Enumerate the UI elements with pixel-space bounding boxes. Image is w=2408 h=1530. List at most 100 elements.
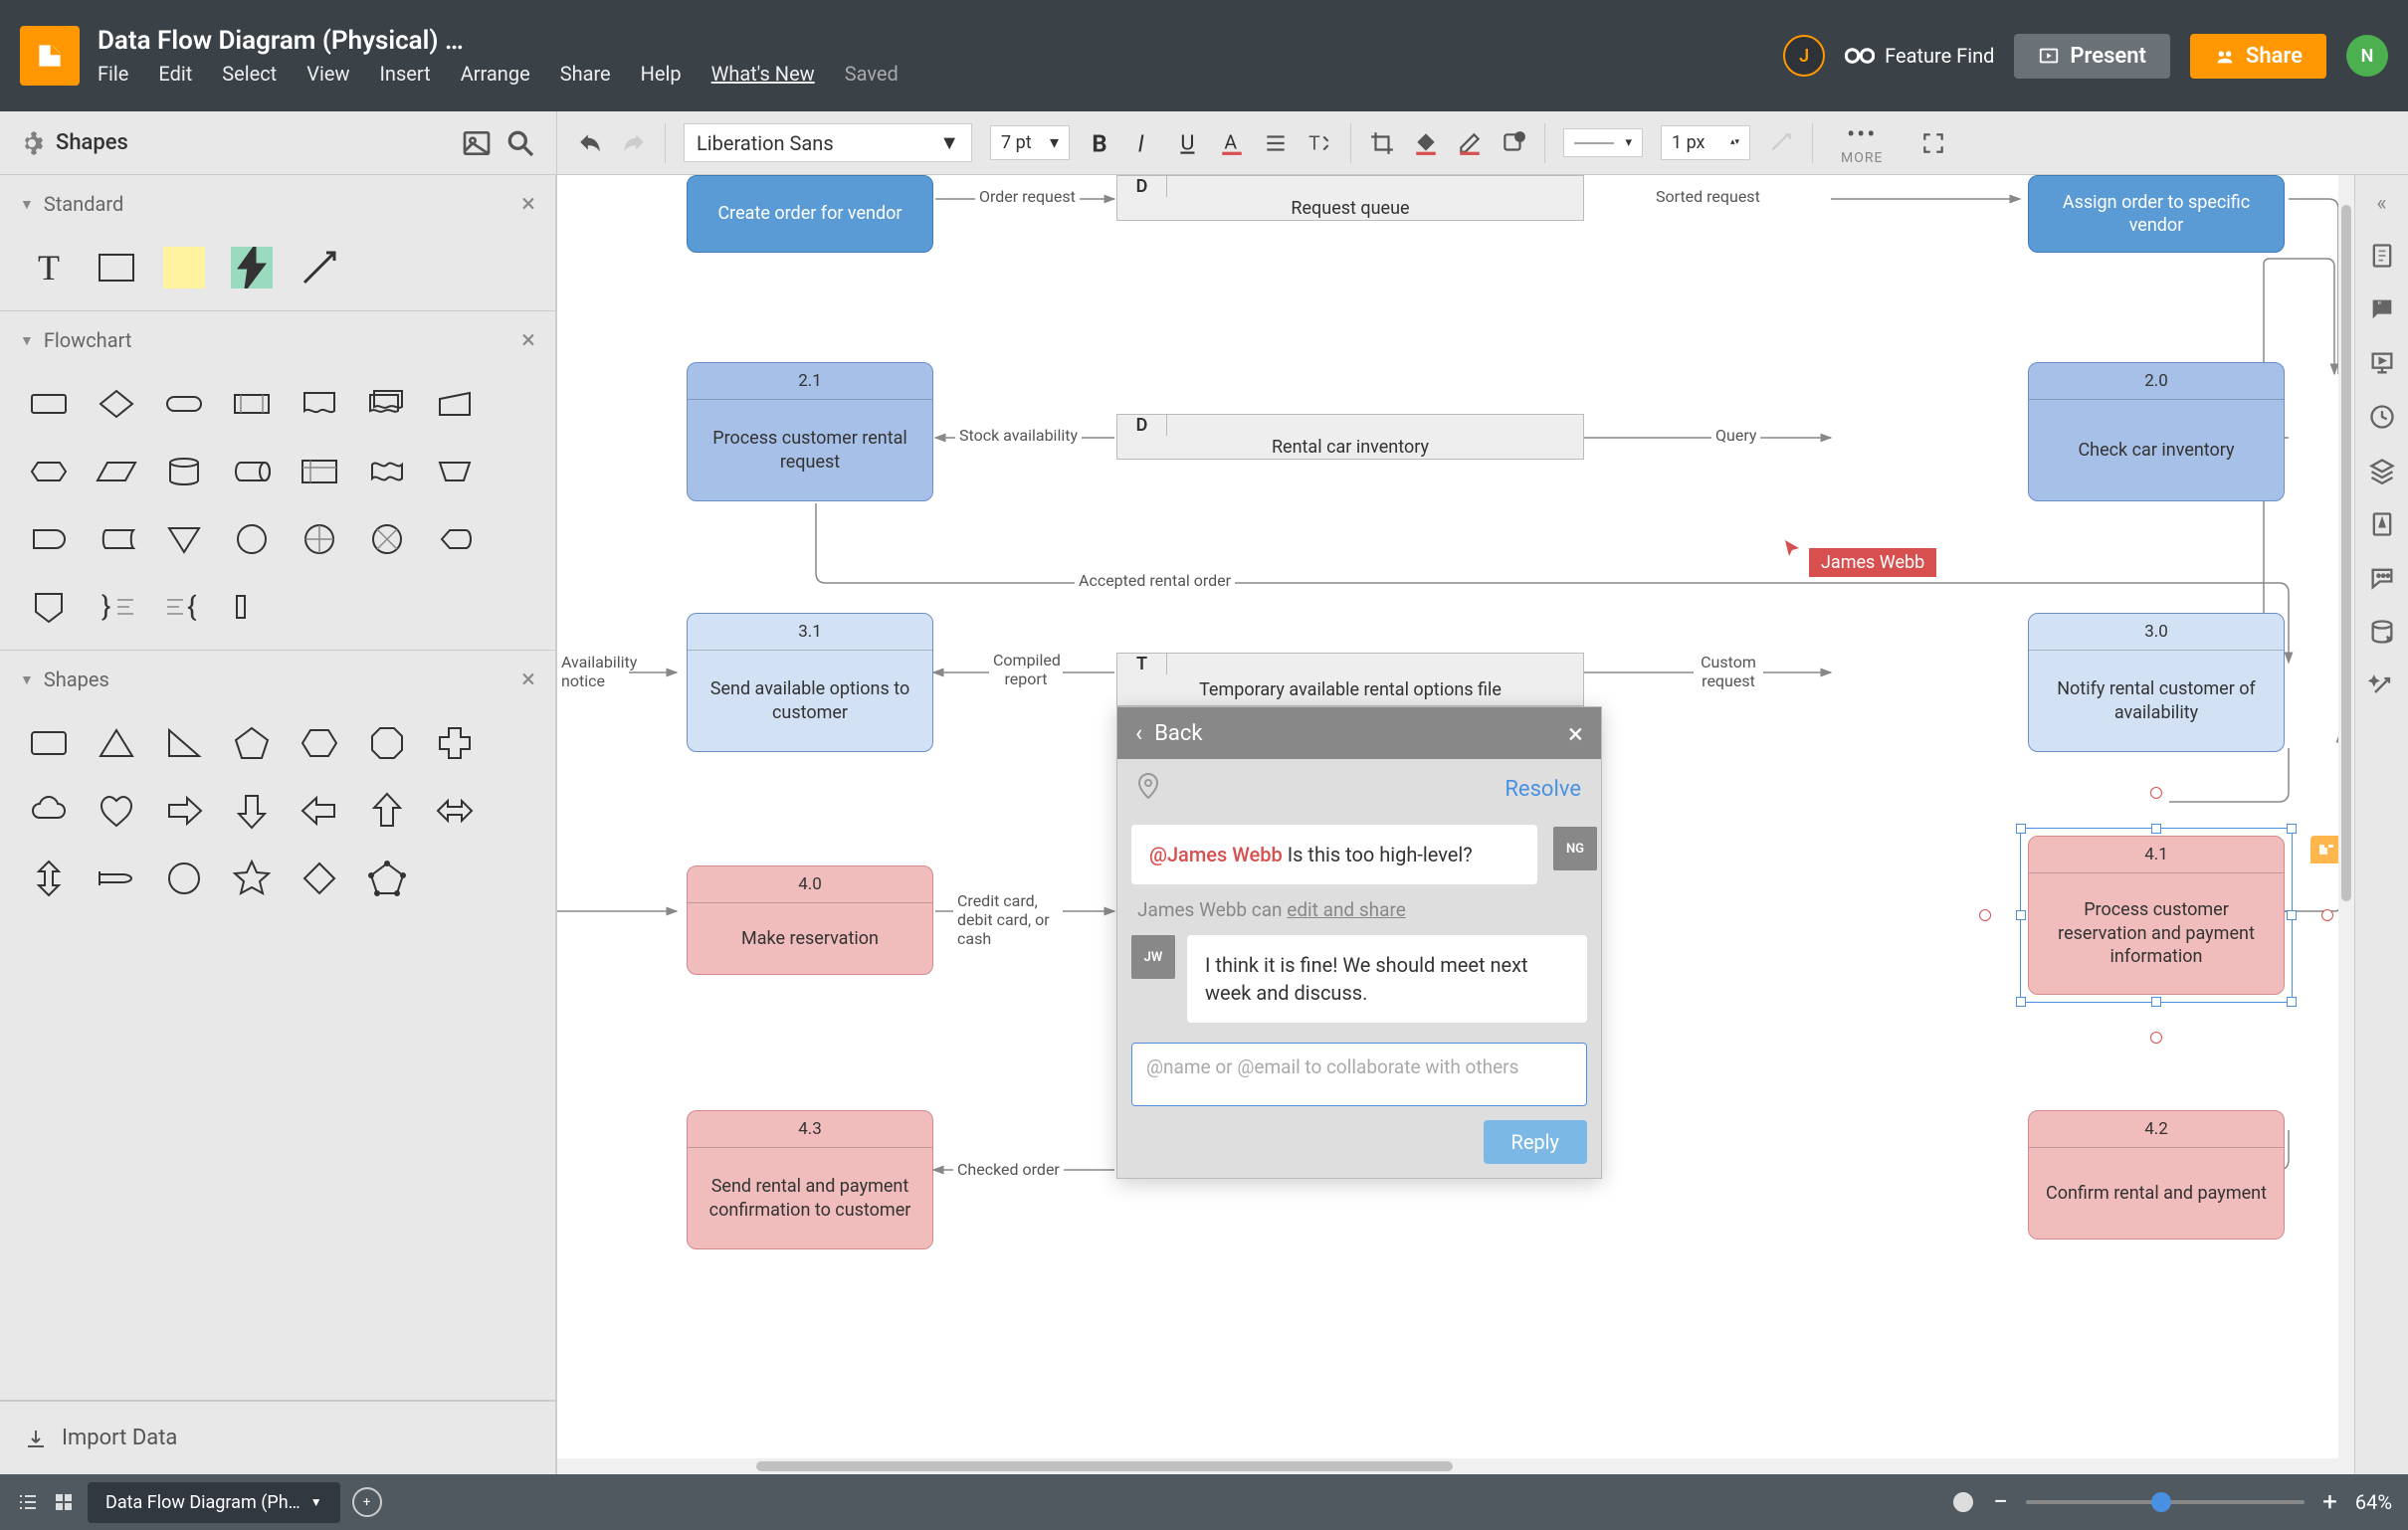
shape-star[interactable] (229, 856, 275, 901)
undo-icon[interactable] (577, 130, 603, 156)
zoom-level[interactable]: 64% (2355, 1490, 2392, 1514)
text-format-icon[interactable]: T (1306, 130, 1332, 156)
image-icon[interactable] (461, 127, 493, 159)
node-request-queue[interactable]: DRequest queue (1116, 175, 1584, 221)
shape-brace-left[interactable]: } (94, 584, 139, 630)
feature-find[interactable]: Feature Find (1845, 44, 1994, 68)
node-rental-inv[interactable]: DRental car inventory (1116, 414, 1584, 460)
shape-card[interactable] (229, 584, 275, 630)
shape-predef[interactable] (229, 381, 275, 427)
line-style-select[interactable]: ▾ (1563, 128, 1643, 157)
shape-merge[interactable] (161, 516, 207, 562)
shape-data[interactable] (94, 449, 139, 494)
shape-text[interactable]: T (26, 245, 72, 290)
shape-right-tri[interactable] (161, 720, 207, 766)
chat-icon[interactable]: " (2368, 295, 2396, 323)
shape-connector[interactable] (229, 516, 275, 562)
menu-arrange[interactable]: Arrange (461, 62, 530, 86)
share-button[interactable]: Share (2190, 34, 2326, 79)
shape-fill-icon[interactable] (1501, 130, 1526, 156)
back-icon[interactable]: ‹ (1135, 719, 1142, 747)
comment-input[interactable]: @name or @email to collaborate with othe… (1131, 1043, 1587, 1106)
shape-database[interactable] (161, 449, 207, 494)
close-icon[interactable]: × (521, 189, 535, 219)
shape-arrow-d[interactable] (229, 788, 275, 834)
shape-polygon-edit[interactable] (364, 856, 410, 901)
fullscreen-icon[interactable] (1920, 130, 1946, 156)
scrollbar-y[interactable] (2338, 175, 2354, 1458)
node-4-2[interactable]: 4.2Confirm rental and payment (2028, 1110, 2285, 1240)
font-size-select[interactable]: 7 pt▾ (990, 125, 1070, 160)
shape-process[interactable] (26, 381, 72, 427)
shape-sum[interactable] (364, 516, 410, 562)
more-button[interactable]: ••• MORE (1841, 120, 1883, 166)
node-4-3[interactable]: 4.3Send rental and payment confirmation … (687, 1110, 933, 1249)
back-button[interactable]: Back (1154, 721, 1202, 746)
shape-note[interactable] (161, 245, 207, 290)
close-icon[interactable]: × (521, 325, 535, 355)
data-icon[interactable] (2368, 618, 2396, 646)
shape-delay[interactable] (26, 516, 72, 562)
shape-manual-op[interactable] (432, 449, 478, 494)
shape-preparation[interactable] (26, 449, 72, 494)
scrollbar-x[interactable] (557, 1458, 2354, 1474)
shape-decision[interactable] (94, 381, 139, 427)
canvas[interactable]: Create order for vendor DRequest queue A… (557, 175, 2354, 1474)
present-button[interactable]: Present (2014, 34, 2170, 79)
shape-terminator[interactable] (161, 381, 207, 427)
section-shapes[interactable]: ▼Shapes× (0, 651, 555, 708)
node-2-1[interactable]: 2.1Process customer rental request (687, 362, 933, 501)
grid-view-icon[interactable] (52, 1490, 76, 1514)
node-4-0[interactable]: 4.0Make reservation (687, 865, 933, 975)
redo-icon[interactable] (621, 130, 647, 156)
underline-icon[interactable]: U (1175, 130, 1201, 156)
app-logo[interactable] (20, 26, 80, 86)
shape-arrow[interactable] (297, 245, 342, 290)
node-temp-file[interactable]: TTemporary available rental options file (1116, 653, 1584, 706)
shape-stored[interactable] (94, 516, 139, 562)
menu-insert[interactable]: Insert (379, 62, 430, 86)
menu-file[interactable]: File (98, 62, 128, 86)
zoom-out[interactable]: − (1993, 1487, 2008, 1517)
menu-select[interactable]: Select (222, 62, 277, 86)
page-tab[interactable]: Data Flow Diagram (Ph…▼ (88, 1482, 340, 1523)
pin-icon[interactable] (1137, 773, 1159, 805)
shape-pentagon[interactable] (229, 720, 275, 766)
align-icon[interactable] (1263, 130, 1289, 156)
shape-rect[interactable] (94, 245, 139, 290)
italic-icon[interactable]: I (1131, 130, 1157, 156)
shape-rect2[interactable] (26, 720, 72, 766)
shape-arrow-ud[interactable] (26, 856, 72, 901)
import-data[interactable]: Import Data (0, 1401, 555, 1474)
collaborator-avatar-j[interactable]: J (1783, 35, 1825, 77)
shape-triangle[interactable] (94, 720, 139, 766)
notes-icon[interactable] (2368, 242, 2396, 270)
zoom-in[interactable]: + (2322, 1487, 2337, 1517)
menu-edit[interactable]: Edit (158, 62, 192, 86)
section-flowchart[interactable]: ▼Flowchart× (0, 311, 555, 369)
text-color-icon[interactable]: A (1219, 130, 1245, 156)
collapse-icon[interactable]: « (2376, 191, 2386, 216)
shape-bolt[interactable] (229, 245, 275, 290)
node-4-1[interactable]: 4.1Process customer reservation and paym… (2028, 836, 2285, 995)
shape-document[interactable] (297, 381, 342, 427)
shape-display[interactable] (432, 516, 478, 562)
crop-icon[interactable] (1369, 130, 1395, 156)
shape-cross[interactable] (432, 720, 478, 766)
reply-button[interactable]: Reply (1484, 1120, 1588, 1164)
shape-callout-r[interactable] (94, 856, 139, 901)
node-3-1[interactable]: 3.1Send available options to customer (687, 613, 933, 752)
shape-hexagon[interactable] (297, 720, 342, 766)
shape-circle[interactable] (161, 856, 207, 901)
shape-brace-right[interactable]: { (161, 584, 207, 630)
font-select[interactable]: Liberation Sans▼ (684, 123, 972, 162)
theme-icon[interactable] (2368, 510, 2396, 538)
gear-icon[interactable] (20, 131, 44, 155)
add-page-button[interactable]: + (352, 1487, 382, 1517)
shape-arrow-lr[interactable] (432, 788, 478, 834)
shape-direct[interactable] (229, 449, 275, 494)
menu-share[interactable]: Share (560, 62, 611, 86)
list-view-icon[interactable] (16, 1490, 40, 1514)
magic-icon[interactable] (2368, 671, 2396, 699)
shape-internal[interactable] (297, 449, 342, 494)
